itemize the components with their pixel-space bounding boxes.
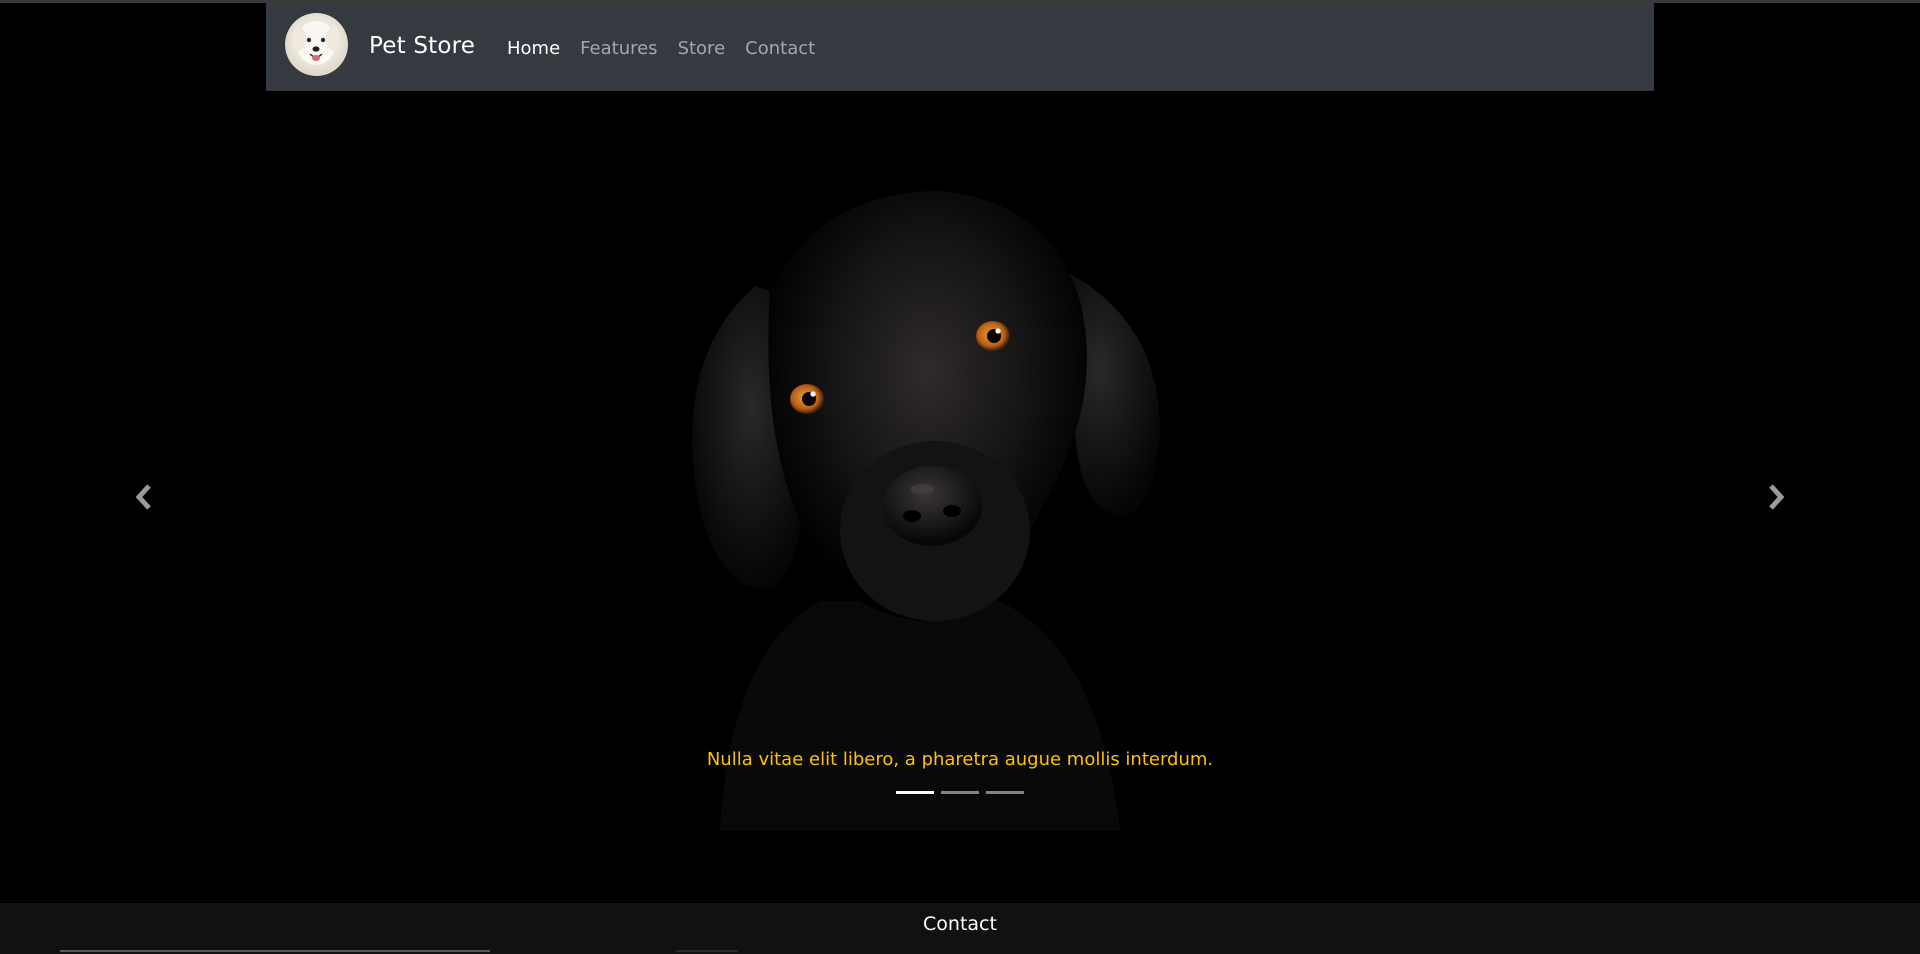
brand-link[interactable]: Pet Store [369,33,475,59]
footer-divider-short [676,950,738,952]
footer: Contact [0,903,1920,954]
chevron-right-icon [1765,482,1787,512]
navbar: Pet Store Home Features Store Contact [266,3,1654,91]
footer-divider [60,950,490,952]
nav-links: Home Features Store Contact [497,38,825,59]
nav-link-features[interactable]: Features [570,38,667,59]
carousel-indicators [0,791,1920,794]
carousel-next-button[interactable] [1632,91,1920,903]
slide-image-black-dog [560,131,1260,831]
carousel-prev-button[interactable] [0,91,288,903]
dog-logo-icon[interactable] [285,13,348,76]
carousel-indicator-2[interactable] [941,791,979,794]
carousel-indicator-1[interactable] [896,791,934,794]
chevron-left-icon [133,482,155,512]
nav-link-store[interactable]: Store [668,38,736,59]
hero-carousel: Nulla vitae elit libero, a pharetra augu… [0,91,1920,903]
nav-link-home[interactable]: Home [497,38,570,59]
footer-contact-heading: Contact [923,913,997,935]
carousel-caption: Nulla vitae elit libero, a pharetra augu… [706,749,1214,770]
nav-link-contact[interactable]: Contact [735,38,825,59]
carousel-indicator-3[interactable] [986,791,1024,794]
